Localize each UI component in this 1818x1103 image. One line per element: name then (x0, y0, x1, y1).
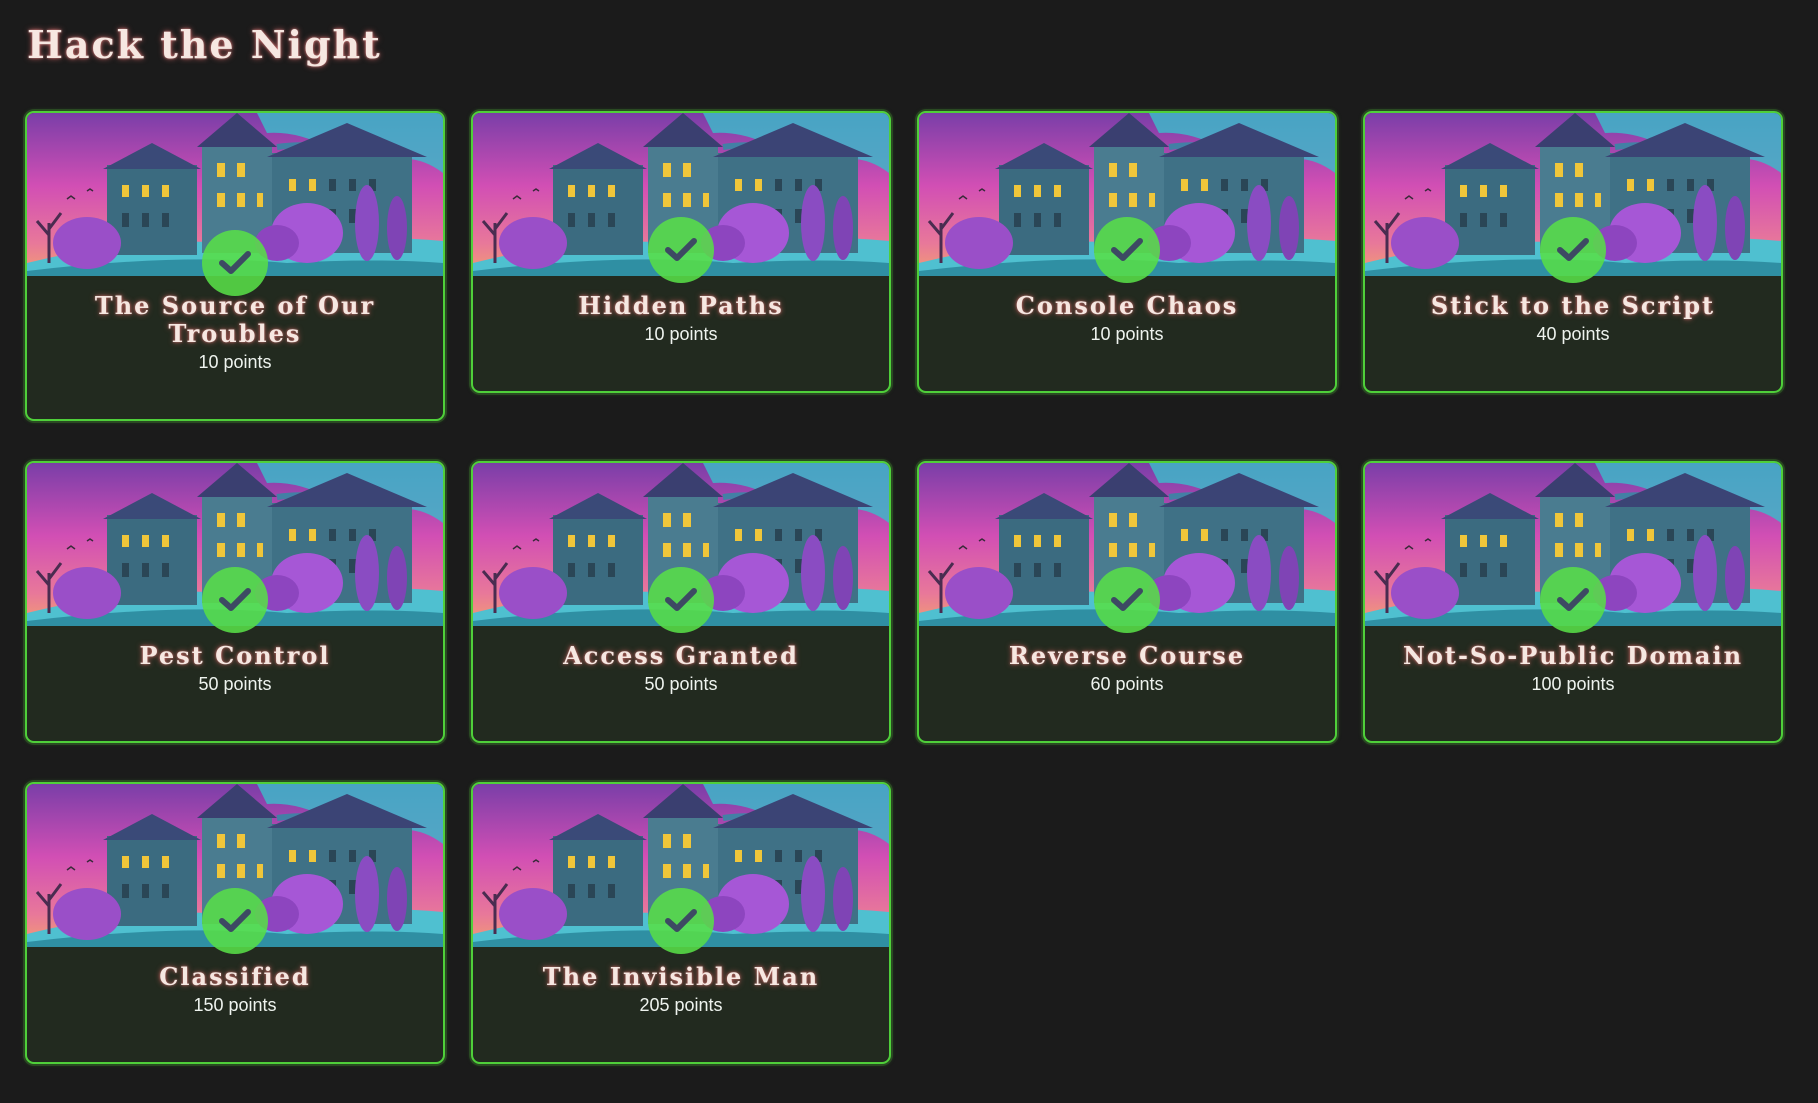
challenge-points: 10 points (644, 324, 718, 344)
check-icon (202, 567, 268, 633)
challenge-card[interactable]: Console Chaos 10 points (917, 111, 1337, 393)
challenge-points: 40 points (1536, 324, 1610, 344)
challenge-card[interactable]: The Invisible Man 205 points (471, 782, 891, 1064)
check-icon (1094, 217, 1160, 283)
check-icon (1540, 567, 1606, 633)
challenge-points: 50 points (198, 674, 272, 694)
challenge-points: 10 points (198, 352, 272, 372)
check-icon (202, 230, 268, 296)
challenge-points: 150 points (193, 995, 277, 1015)
challenge-points: 100 points (1531, 674, 1615, 694)
check-icon (202, 888, 268, 954)
check-icon (1540, 217, 1606, 283)
challenge-card[interactable]: Hidden Paths 10 points (471, 111, 891, 393)
challenge-card[interactable]: Classified 150 points (25, 782, 445, 1064)
check-icon (648, 217, 714, 283)
challenge-card[interactable]: Access Granted 50 points (471, 461, 891, 743)
challenge-points: 60 points (1090, 674, 1164, 694)
check-icon (1094, 567, 1160, 633)
challenge-card[interactable]: The Source of Our Troubles 10 points (25, 111, 445, 421)
page-title: Hack the Night (27, 22, 382, 67)
challenge-card[interactable]: Not-So-Public Domain 100 points (1363, 461, 1783, 743)
challenge-card[interactable]: Pest Control 50 points (25, 461, 445, 743)
check-icon (648, 888, 714, 954)
challenge-card[interactable]: Stick to the Script 40 points (1363, 111, 1783, 393)
challenge-points: 205 points (639, 995, 723, 1015)
challenge-points: 50 points (644, 674, 718, 694)
challenge-points: 10 points (1090, 324, 1164, 344)
challenge-card[interactable]: Reverse Course 60 points (917, 461, 1337, 743)
check-icon (648, 567, 714, 633)
